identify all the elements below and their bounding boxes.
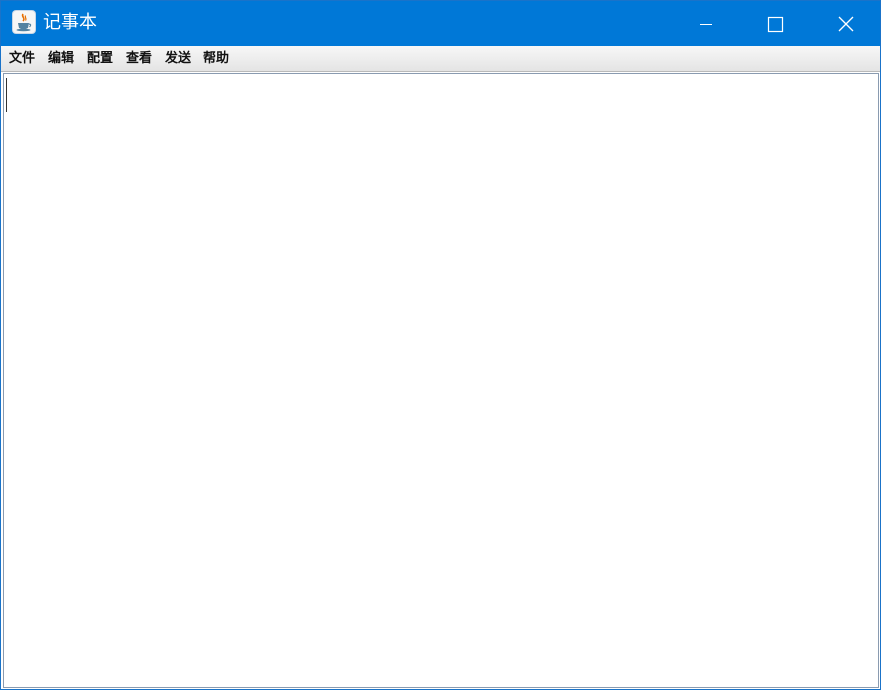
- menu-send[interactable]: 发送: [165, 46, 191, 71]
- text-editor-area[interactable]: [3, 73, 879, 688]
- maximize-button[interactable]: [740, 1, 810, 46]
- text-caret: [6, 78, 7, 112]
- title-bar[interactable]: 记事本: [1, 1, 880, 46]
- menu-edit[interactable]: 编辑: [48, 46, 74, 71]
- notepad-window: 记事本 文件 编辑 配置 查看 发送 帮助: [0, 0, 881, 690]
- menu-config[interactable]: 配置: [87, 46, 113, 71]
- maximize-icon: [767, 16, 784, 33]
- menu-view[interactable]: 查看: [126, 46, 152, 71]
- menu-file[interactable]: 文件: [9, 46, 35, 71]
- close-button[interactable]: [810, 1, 880, 46]
- menu-help[interactable]: 帮助: [203, 46, 229, 71]
- minimize-button[interactable]: [671, 1, 741, 46]
- java-coffee-cup-icon[interactable]: [13, 11, 35, 33]
- minimize-icon: [700, 24, 712, 25]
- window-title: 记事本: [43, 12, 97, 33]
- menu-bar: 文件 编辑 配置 查看 发送 帮助: [1, 46, 880, 72]
- close-icon: [838, 16, 854, 32]
